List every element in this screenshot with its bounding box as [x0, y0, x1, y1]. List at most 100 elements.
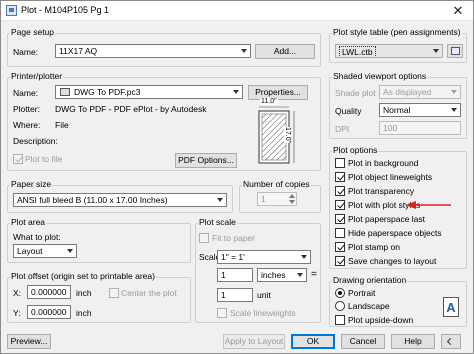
hide-paperspace-objects-label: Hide paperspace objects [348, 228, 442, 238]
plot-upside-down-checkbox[interactable] [335, 315, 345, 325]
chevron-down-icon [297, 273, 303, 277]
printer-icon [60, 88, 70, 96]
offset-y-input[interactable]: 0.000000 [27, 305, 71, 319]
paper-preview [258, 106, 295, 164]
cancel-button[interactable]: Cancel [341, 334, 385, 349]
chevron-down-icon [451, 108, 457, 112]
offset-x-unit: inch [76, 288, 92, 298]
paper-size-value: ANSI full bleed B (11.00 x 17.00 Inches) [17, 195, 168, 205]
save-changes-checkbox[interactable] [335, 256, 345, 266]
offset-x-input[interactable]: 0.000000 [27, 285, 71, 299]
center-plot-checkbox[interactable] [109, 288, 119, 298]
orientation-preview-icon: A [443, 297, 459, 317]
plot-dialog: Plot - M104P105 Pg 1 ✕ Page setup Name: … [0, 0, 474, 354]
hide-paperspace-objects-checkbox[interactable] [335, 228, 345, 238]
scale-value2-input[interactable]: 1 [217, 288, 253, 302]
spin-up-icon[interactable] [289, 194, 295, 198]
plot-in-background-checkbox[interactable] [335, 158, 345, 168]
scale-select[interactable]: 1" = 1' [217, 250, 311, 264]
copies-label: Number of copies [242, 179, 311, 189]
scale-units-select[interactable]: inches [257, 268, 307, 282]
where-label: Where: [13, 120, 41, 130]
what-to-plot-select[interactable]: Layout [13, 244, 77, 258]
dpi-label: DPI [335, 124, 350, 134]
offset-x-label: X: [13, 288, 22, 298]
fit-to-paper-label: Fit to paper [212, 233, 255, 243]
plot-style-table-label: Plot style table (pen assignments) [332, 27, 462, 37]
shade-plot-label: Shade plot [335, 88, 376, 98]
fit-to-paper-checkbox[interactable] [199, 233, 209, 243]
chevron-down-icon [301, 255, 307, 259]
scale-lineweights-checkbox[interactable] [217, 308, 227, 318]
plot-stamp-on-checkbox[interactable] [335, 242, 345, 252]
plot-stamp-on-label: Plot stamp on [348, 242, 400, 252]
plot-object-lineweights-checkbox[interactable] [335, 172, 345, 182]
shade-plot-select[interactable]: As displayed [379, 85, 461, 99]
close-icon[interactable]: ✕ [449, 3, 467, 19]
shaded-viewport-label: Shaded viewport options [332, 71, 428, 81]
chevron-down-icon [433, 49, 439, 53]
help-button[interactable]: Help [391, 334, 435, 349]
annotation-arrow-icon [406, 201, 451, 209]
offset-y-unit: inch [76, 308, 92, 318]
scale-unit-label: unit [257, 290, 271, 300]
landscape-radio[interactable] [335, 301, 345, 311]
page-setup-name-value: 11X17 AQ [59, 46, 98, 56]
title-bar: Plot - M104P105 Pg 1 ✕ [1, 1, 473, 21]
scale-equals: = [311, 269, 317, 280]
save-changes-label: Save changes to layout [348, 256, 437, 266]
plot-area-label: Plot area [10, 217, 47, 227]
plot-upside-down-label: Plot upside-down [348, 315, 414, 325]
scale-value1-input[interactable]: 1 [217, 268, 253, 282]
plot-transparency-checkbox[interactable] [335, 186, 345, 196]
window-title: Plot - M104P105 Pg 1 [21, 5, 110, 15]
quality-label: Quality [335, 106, 362, 116]
apply-to-layout-button[interactable]: Apply to Layout [223, 334, 285, 349]
plotter-value: DWG To PDF - PDF ePlot - by Autodesk [55, 104, 207, 114]
plot-with-plot-styles-checkbox[interactable] [335, 200, 345, 210]
center-plot-label: Center the plot [121, 288, 177, 298]
plot-scale-label: Plot scale [198, 217, 237, 227]
app-icon [6, 5, 17, 16]
spin-down-icon[interactable] [289, 200, 295, 204]
plot-style-select[interactable]: LWL.ctb [335, 44, 443, 58]
preview-button[interactable]: Preview... [7, 334, 51, 349]
landscape-label: Landscape [348, 301, 390, 311]
printer-name-label: Name: [13, 88, 39, 98]
properties-button[interactable]: Properties... [248, 85, 308, 100]
paper-size-select[interactable]: ANSI full bleed B (11.00 x 17.00 Inches) [13, 193, 227, 207]
portrait-radio[interactable] [335, 288, 345, 298]
printer-name-select[interactable]: DWG To PDF.pc3 [55, 85, 243, 99]
scale-lineweights-label: Scale lineweights [230, 308, 296, 318]
chevron-down-icon [67, 249, 73, 253]
plot-in-background-label: Plot in background [348, 158, 419, 168]
chevron-down-icon [233, 90, 239, 94]
plot-to-file-checkbox[interactable] [13, 154, 23, 164]
where-value: File [55, 120, 69, 130]
paper-height-label: 17.0" [284, 127, 291, 144]
portrait-label: Portrait [348, 288, 376, 298]
page-setup-name-select[interactable]: 11X17 AQ [55, 44, 251, 58]
plot-options-label: Plot options [332, 145, 379, 155]
collapse-button[interactable] [441, 334, 461, 349]
plot-paperspace-last-label: Plot paperspace last [348, 214, 426, 224]
paper-width-label: 11.0" [260, 98, 278, 105]
scale-units-value: inches [261, 270, 286, 280]
add-button[interactable]: Add... [255, 44, 315, 59]
page-setup-label: Page setup [10, 27, 56, 37]
printer-name-value: DWG To PDF.pc3 [74, 87, 141, 97]
chevron-down-icon [241, 49, 247, 53]
chevron-down-icon [217, 198, 223, 202]
plotter-label: Plotter: [13, 104, 40, 114]
printer-label: Printer/plotter [10, 71, 64, 81]
what-to-plot-value: Layout [17, 246, 43, 256]
edit-icon [451, 47, 460, 55]
description-label: Description: [13, 136, 58, 146]
dpi-input[interactable]: 100 [379, 121, 461, 135]
plot-paperspace-last-checkbox[interactable] [335, 214, 345, 224]
pdf-options-button[interactable]: PDF Options... [175, 153, 237, 168]
edit-plot-style-button[interactable] [447, 44, 463, 58]
paper-size-label: Paper size [10, 179, 53, 189]
ok-button[interactable]: OK [291, 334, 335, 349]
quality-select[interactable]: Normal [379, 103, 461, 117]
